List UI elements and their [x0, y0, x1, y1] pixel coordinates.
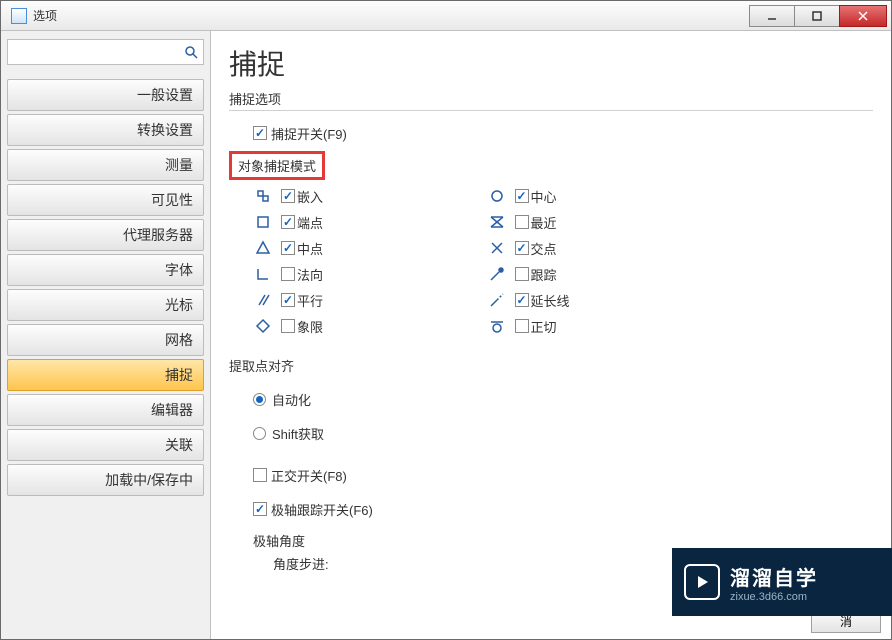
parallel-icon — [253, 290, 273, 310]
snap-quadrant-label: 象限 — [297, 317, 427, 336]
snap-intersection-checkbox[interactable] — [515, 241, 529, 255]
snap-extension-checkbox[interactable] — [515, 293, 529, 307]
extension-icon — [487, 290, 507, 310]
snap-center-checkbox[interactable] — [515, 189, 529, 203]
osnap-mode-label: 对象捕捉模式 — [238, 159, 316, 174]
ortho-checkbox[interactable] — [253, 468, 267, 482]
snap-nearest-label: 最近 — [531, 213, 674, 232]
snap-tangent-checkbox[interactable] — [515, 319, 529, 333]
nearest-icon — [487, 212, 507, 232]
nav-font[interactable]: 字体 — [7, 254, 204, 286]
perpendicular-icon — [253, 264, 273, 284]
search-input-wrap[interactable] — [7, 39, 204, 65]
nav-link[interactable]: 关联 — [7, 429, 204, 461]
nav-visibility[interactable]: 可见性 — [7, 184, 204, 216]
nav-convert[interactable]: 转换设置 — [7, 114, 204, 146]
midpoint-icon — [253, 238, 273, 258]
nav-grid[interactable]: 网格 — [7, 324, 204, 356]
snap-perpendicular-label: 法向 — [297, 265, 427, 284]
watermark: 溜溜自学 zixue.3d66.com — [672, 548, 892, 616]
snap-extension-label: 延长线 — [531, 291, 674, 310]
polar-label: 极轴跟踪开关(F6) — [271, 500, 373, 519]
track-icon — [487, 264, 507, 284]
snap-midpoint-checkbox[interactable] — [281, 241, 295, 255]
app-icon — [11, 8, 27, 24]
snap-quadrant-checkbox[interactable] — [281, 319, 295, 333]
snap-parallel-checkbox[interactable] — [281, 293, 295, 307]
snap-midpoint-label: 中点 — [297, 239, 427, 258]
window-title: 选项 — [33, 7, 750, 24]
search-icon — [183, 44, 199, 60]
polar-checkbox[interactable] — [253, 502, 267, 516]
nav-load-save[interactable]: 加载中/保存中 — [7, 464, 204, 496]
nav-cursor[interactable]: 光标 — [7, 289, 204, 321]
snap-track-label: 跟踪 — [531, 265, 674, 284]
section-align: 提取点对齐 — [229, 356, 873, 377]
nav-general[interactable]: 一般设置 — [7, 79, 204, 111]
snap-endpoint-checkbox[interactable] — [281, 215, 295, 229]
osnap-mode-highlight: 对象捕捉模式 — [229, 151, 325, 180]
play-icon — [684, 564, 720, 600]
snap-modes-grid: 嵌入 中心端点 最近中点 交点法向 跟踪平行 延长线象限 正切 — [253, 186, 673, 336]
close-button[interactable] — [839, 5, 887, 27]
quadrant-icon — [253, 316, 273, 336]
snap-intersection-label: 交点 — [531, 239, 674, 258]
section-snap-options: 捕捉选项 — [229, 89, 873, 111]
snap-parallel-label: 平行 — [297, 291, 427, 310]
ortho-label: 正交开关(F8) — [271, 466, 347, 485]
titlebar: 选项 — [1, 1, 891, 31]
nav-measure[interactable]: 测量 — [7, 149, 204, 181]
align-shift-radio[interactable] — [253, 427, 266, 440]
endpoint-icon — [253, 212, 273, 232]
snap-center-label: 中心 — [531, 187, 674, 206]
snap-endpoint-label: 端点 — [297, 213, 427, 232]
nav-editor[interactable]: 编辑器 — [7, 394, 204, 426]
search-input[interactable] — [12, 42, 183, 62]
snap-insert-checkbox[interactable] — [281, 189, 295, 203]
snap-nearest-checkbox[interactable] — [515, 215, 529, 229]
minimize-button[interactable] — [749, 5, 795, 27]
align-auto-label: 自动化 — [272, 390, 311, 409]
center-icon — [487, 186, 507, 206]
snap-toggle-checkbox[interactable] — [253, 126, 267, 140]
insert-icon — [253, 186, 273, 206]
snap-track-checkbox[interactable] — [515, 267, 529, 281]
snap-insert-label: 嵌入 — [297, 187, 427, 206]
align-auto-radio[interactable] — [253, 393, 266, 406]
align-shift-label: Shift获取 — [272, 424, 324, 443]
snap-perpendicular-checkbox[interactable] — [281, 267, 295, 281]
page-title: 捕捉 — [229, 43, 873, 83]
tangent-icon — [487, 316, 507, 336]
snap-tangent-label: 正切 — [531, 317, 674, 336]
nav-snap[interactable]: 捕捉 — [7, 359, 204, 391]
nav-proxy[interactable]: 代理服务器 — [7, 219, 204, 251]
maximize-button[interactable] — [794, 5, 840, 27]
watermark-sub: zixue.3d66.com — [730, 591, 818, 603]
watermark-main: 溜溜自学 — [730, 562, 818, 591]
snap-toggle-label: 捕捉开关(F9) — [271, 124, 347, 143]
intersection-icon — [487, 238, 507, 258]
sidebar: 一般设置 转换设置 测量 可见性 代理服务器 字体 光标 网格 捕捉 编辑器 关… — [1, 31, 211, 639]
